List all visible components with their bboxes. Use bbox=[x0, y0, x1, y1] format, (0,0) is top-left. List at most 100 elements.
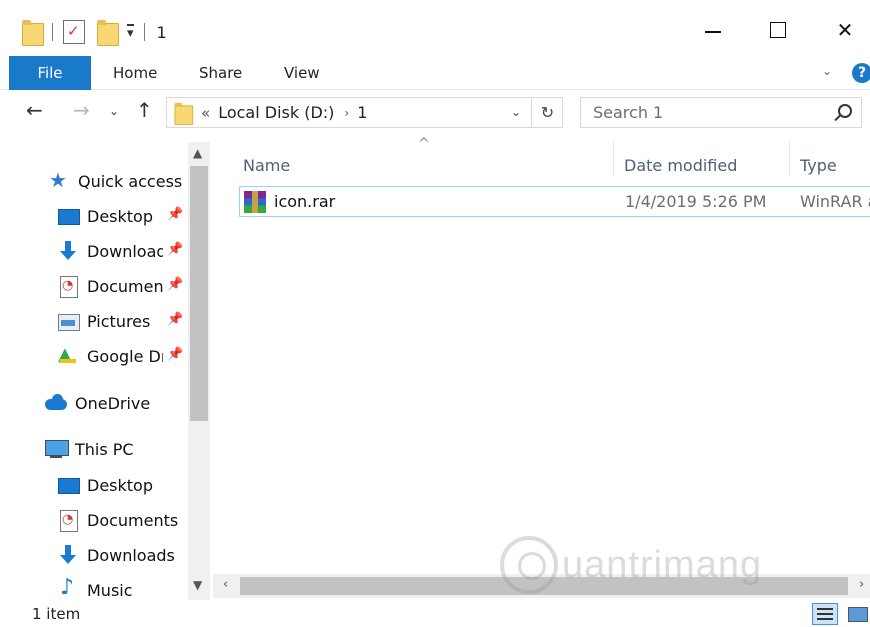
column-header-date-modified[interactable]: Date modified bbox=[624, 148, 737, 182]
music-icon bbox=[57, 575, 79, 601]
details-view-icon[interactable] bbox=[812, 603, 838, 625]
sidebar-item-label: Desktop bbox=[87, 475, 153, 495]
sidebar-item-label: Downloads bbox=[87, 241, 163, 261]
rar-archive-icon bbox=[244, 191, 266, 213]
sidebar-item-desktop-pinned[interactable]: Desktop bbox=[57, 201, 167, 231]
address-bar[interactable]: « Local Disk (D:) › 1 ⌄ ↻ bbox=[166, 97, 563, 128]
breadcrumb-separator-icon[interactable]: › bbox=[344, 106, 349, 120]
pin-icon: 📌 bbox=[167, 207, 184, 222]
sidebar-item-downloads-pinned[interactable]: Downloads bbox=[57, 236, 163, 266]
sidebar-item-label: Google Drive bbox=[87, 346, 163, 366]
watermark: uantrimang bbox=[500, 536, 762, 594]
documents-icon bbox=[57, 275, 79, 298]
sort-ascending-icon: ^ bbox=[418, 136, 430, 152]
recent-locations-chevron-icon[interactable]: ⌄ bbox=[109, 105, 119, 117]
star-icon bbox=[48, 168, 70, 192]
sidebar-item-label: OneDrive bbox=[75, 393, 151, 413]
sidebar-item-label: Documents bbox=[87, 510, 179, 530]
toolbar-divider bbox=[52, 23, 53, 41]
search-input[interactable] bbox=[593, 103, 813, 122]
documents-icon bbox=[57, 509, 79, 532]
tab-file[interactable]: File bbox=[9, 56, 91, 90]
sidebar-item-documents[interactable]: Documents bbox=[57, 505, 178, 535]
maximize-icon bbox=[770, 22, 786, 38]
google-drive-icon bbox=[57, 344, 79, 367]
sidebar-item-downloads[interactable]: Downloads bbox=[57, 540, 175, 570]
pictures-icon bbox=[57, 310, 80, 332]
refresh-button[interactable]: ↻ bbox=[531, 98, 563, 127]
pin-icon: 📌 bbox=[167, 312, 184, 327]
navigation-bar: ← → ⌄ ↑ « Local Disk (D:) › 1 ⌄ ↻ bbox=[0, 90, 870, 134]
up-button[interactable]: ↑ bbox=[136, 100, 153, 120]
pin-icon: 📌 bbox=[167, 347, 184, 362]
pin-icon: 📌 bbox=[167, 242, 184, 257]
sidebar-item-this-pc[interactable]: This PC bbox=[45, 434, 134, 464]
maximize-button[interactable] bbox=[755, 10, 801, 50]
folder-icon bbox=[174, 102, 194, 125]
navigation-pane: Quick access Desktop 📌 Downloads 📌 Docum… bbox=[0, 134, 213, 602]
watermark-text: uantrimang bbox=[562, 543, 763, 586]
sidebar-item-label: Desktop bbox=[87, 206, 153, 226]
properties-icon[interactable] bbox=[63, 20, 85, 44]
file-list: ^ Name Date modified Type icon.rar 1/4/2… bbox=[213, 134, 870, 574]
address-overflow-icon[interactable]: « bbox=[201, 104, 210, 122]
onedrive-icon bbox=[45, 392, 67, 414]
breadcrumb-folder-1[interactable]: 1 bbox=[357, 103, 367, 122]
scroll-left-icon[interactable]: ‹ bbox=[223, 577, 228, 592]
status-bar: 1 item bbox=[0, 600, 870, 627]
sidebar-item-label: Quick access bbox=[78, 171, 183, 191]
sidebar-item-onedrive[interactable]: OneDrive bbox=[45, 388, 150, 418]
sidebar-item-label: Documents bbox=[87, 276, 163, 296]
item-count: 1 item bbox=[32, 605, 81, 623]
column-divider[interactable] bbox=[789, 142, 790, 176]
sidebar-item-pictures-pinned[interactable]: Pictures bbox=[57, 306, 163, 336]
tab-home[interactable]: Home bbox=[113, 56, 157, 90]
minimize-button[interactable] bbox=[690, 10, 736, 50]
sidebar-item-documents-pinned[interactable]: Documents bbox=[57, 271, 163, 301]
title-bar: ▾ 1 ✕ bbox=[0, 0, 870, 56]
tab-share[interactable]: Share bbox=[199, 56, 242, 90]
watermark-logo-icon bbox=[500, 536, 558, 594]
quick-access-toolbar: ▾ 1 bbox=[22, 18, 167, 46]
forward-button[interactable]: → bbox=[73, 100, 90, 120]
scrollbar-thumb[interactable] bbox=[190, 166, 208, 421]
sidebar-item-label: Downloads bbox=[87, 545, 175, 565]
sidebar-item-label: Music bbox=[87, 580, 133, 600]
file-name: icon.rar bbox=[274, 192, 336, 211]
sidebar-item-google-drive-pinned[interactable]: Google Drive bbox=[57, 341, 163, 371]
ribbon: File Home Share View ⌄ ? bbox=[0, 56, 870, 90]
navigation-pane-scrollbar[interactable]: ▲ ▼ bbox=[188, 142, 210, 600]
search-box[interactable] bbox=[580, 97, 862, 128]
scroll-down-icon[interactable]: ▼ bbox=[193, 578, 202, 592]
download-icon bbox=[57, 544, 79, 566]
sidebar-item-desktop[interactable]: Desktop bbox=[57, 470, 153, 500]
window-title: 1 bbox=[156, 22, 167, 42]
sidebar-item-quick-access[interactable]: Quick access bbox=[48, 166, 182, 196]
toolbar-divider bbox=[143, 23, 145, 41]
table-row[interactable]: icon.rar 1/4/2019 5:26 PM WinRAR archive bbox=[239, 186, 870, 217]
tab-view[interactable]: View bbox=[284, 56, 320, 90]
scroll-up-icon[interactable]: ▲ bbox=[193, 146, 202, 160]
address-dropdown-icon[interactable]: ⌄ bbox=[511, 105, 521, 119]
pin-icon: 📌 bbox=[167, 277, 184, 292]
back-button[interactable]: ← bbox=[26, 100, 43, 120]
large-icons-view-icon[interactable] bbox=[846, 603, 868, 625]
desktop-icon bbox=[57, 474, 80, 496]
file-date-modified: 1/4/2019 5:26 PM bbox=[625, 192, 767, 211]
customize-toolbar-dropdown-icon[interactable]: ▾ bbox=[127, 24, 134, 40]
search-icon[interactable] bbox=[831, 102, 853, 124]
new-folder-icon[interactable] bbox=[97, 20, 119, 46]
file-type: WinRAR archive bbox=[800, 192, 870, 211]
help-icon[interactable]: ? bbox=[852, 63, 870, 83]
scroll-right-icon[interactable]: › bbox=[859, 577, 864, 592]
expand-ribbon-chevron-icon[interactable]: ⌄ bbox=[822, 64, 832, 78]
this-pc-icon bbox=[45, 438, 69, 460]
column-header-name[interactable]: Name bbox=[243, 148, 290, 182]
close-button[interactable]: ✕ bbox=[822, 10, 868, 50]
column-divider[interactable] bbox=[613, 142, 614, 176]
folder-icon[interactable] bbox=[22, 20, 44, 46]
column-header-type[interactable]: Type bbox=[800, 148, 837, 182]
breadcrumb-local-disk[interactable]: Local Disk (D:) bbox=[218, 103, 334, 122]
minimize-icon bbox=[705, 31, 721, 33]
desktop-icon bbox=[57, 205, 80, 227]
